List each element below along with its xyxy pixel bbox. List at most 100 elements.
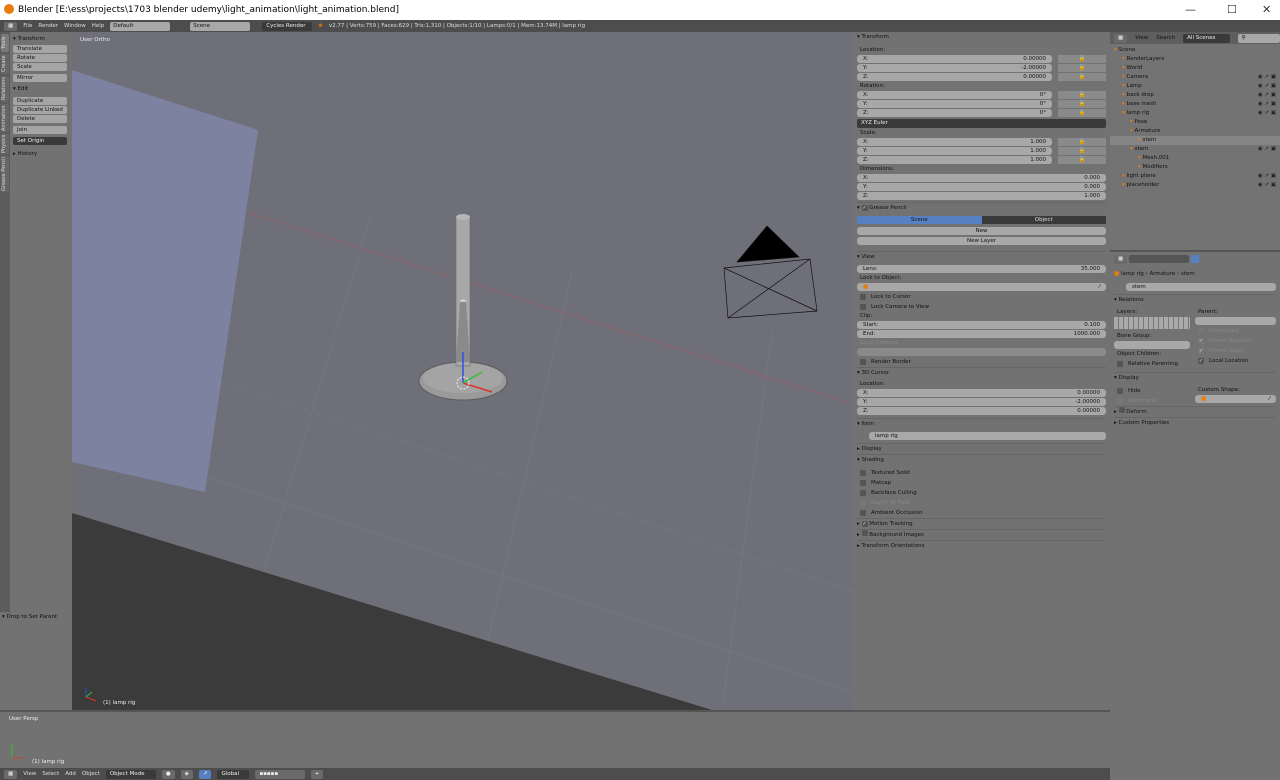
lock-icon[interactable]: 🔓 (1058, 100, 1106, 108)
lock-icon[interactable]: 🔓 (1058, 156, 1106, 164)
custom-properties-header[interactable]: ▸ Custom Properties (1114, 417, 1276, 428)
maximize-button[interactable]: ☐ (1227, 3, 1237, 16)
location-x-field[interactable]: X: 0.00000 (857, 55, 1052, 63)
ambient-occlusion-checkbox[interactable]: Ambient Occlusion (857, 508, 1106, 518)
parent-field[interactable] (1195, 317, 1276, 325)
item-name-field[interactable]: lamp rig (869, 432, 1106, 440)
render-border-checkbox[interactable]: Render Border (857, 357, 1106, 367)
menu-file[interactable]: File (23, 23, 32, 29)
transform-orientations-header[interactable]: ▸ Transform Orientations (857, 540, 1106, 551)
editor-type-button[interactable]: ▦ (1114, 254, 1128, 264)
3d-cursor-section-header[interactable]: ▾ 3D Cursor (857, 367, 1106, 378)
dimension-z-field[interactable]: Z: 1.000 (857, 192, 1106, 200)
menu-help[interactable]: Help (92, 23, 105, 29)
rotation-x-field[interactable]: X: 0° (857, 91, 1052, 99)
local-camera-field[interactable]: Camera (857, 348, 1106, 356)
outliner-item[interactable]: ▾ stem (1110, 136, 1280, 145)
outliner-item[interactable]: ▾ back drop ◉ ➚ ▣ (1110, 91, 1280, 100)
duplicate-linked-button[interactable]: Duplicate Linked (13, 106, 67, 114)
location-y-field[interactable]: Y: -2.00000 (857, 64, 1052, 72)
outliner-item[interactable]: ▾ Lamp ◉ ➚ ▣ (1110, 82, 1280, 91)
shading-section-header[interactable]: ▾ Shading (857, 454, 1106, 465)
display-mode-dropdown[interactable]: All Scenes (1183, 33, 1231, 43)
tab-grease-pencil[interactable]: Grease Pencil (1, 156, 9, 192)
dimension-x-field[interactable]: X: 0.000 (857, 174, 1106, 182)
tab-tools[interactable]: Tools (1, 34, 9, 52)
custom-shape-field[interactable]: ■ ⁄ (1195, 395, 1276, 403)
scale-button[interactable]: Scale (13, 63, 67, 71)
outliner-item[interactable]: ▾ lamp rig ◉ ➚ ▣ (1110, 109, 1280, 118)
outliner-item[interactable]: ▾ RenderLayers (1110, 55, 1280, 64)
motion-tracking-header[interactable]: ▸ ✓ Motion Tracking (857, 518, 1106, 529)
close-button[interactable]: ✕ (1262, 3, 1271, 16)
depth-of-field-checkbox[interactable]: Depth Of Field (857, 498, 1106, 508)
layers-buttons[interactable]: ▪▪▪▪▪ (255, 769, 306, 779)
dimension-y-field[interactable]: Y: 0.000 (857, 183, 1106, 191)
pivot-point-button[interactable]: ◈ (180, 769, 193, 779)
clip-end-field[interactable]: End: 1000.000 (857, 330, 1106, 338)
relations-section-header[interactable]: ▾ Relations (1114, 294, 1276, 305)
connected-checkbox[interactable]: Connected (1195, 326, 1276, 336)
menu-select[interactable]: Select (42, 771, 59, 777)
3d-viewport[interactable]: User Ortho (1) lamp rig (72, 32, 853, 710)
join-button[interactable]: Join (13, 126, 67, 134)
relative-parenting-checkbox[interactable]: Relative Parenting (1114, 359, 1195, 369)
bottom-3d-viewport[interactable]: User Persp (1) lamp rig (0, 710, 1110, 768)
lock-object-field[interactable]: ■ ⁄ (857, 283, 1106, 291)
lock-icon[interactable]: 🔓 (1058, 109, 1106, 117)
orientation-dropdown[interactable]: Global (217, 769, 250, 779)
background-images-header[interactable]: ▸ Background Images (857, 529, 1106, 540)
menu-add[interactable]: Add (65, 771, 76, 777)
lock-icon[interactable]: 🔓 (1058, 147, 1106, 155)
lock-camera-checkbox[interactable]: Lock Camera to View (857, 302, 1106, 312)
drop-to-set-parent-header[interactable]: ▾ Drop to Set Parent (2, 612, 74, 622)
cursor-x-field[interactable]: X: 0.00000 (857, 389, 1106, 397)
mode-dropdown[interactable]: Object Mode (105, 769, 156, 779)
tab-create[interactable]: Create (1, 54, 9, 74)
inherit-rotation-checkbox[interactable]: ✓ Inherit Rotation (1195, 336, 1276, 346)
camera-object[interactable] (723, 225, 818, 319)
cursor-y-field[interactable]: Y: -2.00000 (857, 398, 1106, 406)
scale-z-field[interactable]: Z: 1.000 (857, 156, 1052, 164)
outliner-view-menu[interactable]: View (1135, 35, 1148, 41)
scene-selector[interactable]: Scene (190, 21, 251, 31)
lock-icon[interactable]: 🔓 (1058, 64, 1106, 72)
snap-toggle[interactable]: ⌖ (311, 769, 323, 779)
item-section-header[interactable]: ▾ Item (857, 418, 1106, 429)
backface-culling-checkbox[interactable]: Backface Culling (857, 488, 1106, 498)
view-section-header[interactable]: ▾ View (857, 251, 1106, 262)
visibility-icons[interactable]: ◉ ➚ ▣ (1258, 73, 1276, 82)
minimize-button[interactable]: — (1185, 3, 1196, 16)
display-section-header[interactable]: ▸ Display (857, 443, 1106, 454)
clip-start-field[interactable]: Start: 0.100 (857, 321, 1106, 329)
shading-mode-button[interactable]: ● (161, 769, 175, 779)
set-origin-dropdown[interactable]: Set Origin (13, 137, 67, 145)
lock-to-cursor-checkbox[interactable]: Lock to Cursor (857, 292, 1106, 302)
render-engine-dropdown[interactable]: Cycles Render (262, 21, 313, 31)
inherit-scale-checkbox[interactable]: ✓ Inherit Scale (1195, 346, 1276, 356)
rotation-z-field[interactable]: Z: 0° (857, 109, 1052, 117)
outliner-item[interactable]: ▾ light plane ◉ ➚ ▣ (1110, 172, 1280, 181)
rotation-y-field[interactable]: Y: 0° (857, 100, 1052, 108)
visibility-icons[interactable]: ◉ ➚ ▣ (1258, 145, 1276, 154)
editor-type-button[interactable]: ▦ (1114, 33, 1128, 43)
textured-solid-checkbox[interactable]: Textured Solid (857, 468, 1106, 478)
menu-object[interactable]: Object (82, 771, 100, 777)
outliner-item[interactable]: ▾ placeholder ◉ ➚ ▣ (1110, 181, 1280, 190)
transform-section-header[interactable]: ▾ Transform (857, 32, 1106, 43)
lock-icon[interactable]: 🔓 (1058, 55, 1106, 63)
tab-relations[interactable]: Relations (1, 76, 9, 102)
grease-new-button[interactable]: New (857, 227, 1106, 235)
outliner-item[interactable]: ▾ World (1110, 64, 1280, 73)
grease-pencil-section-header[interactable]: ▾ ✓ Grease Pencil (857, 202, 1106, 213)
hide-checkbox[interactable]: Hide (1114, 386, 1195, 396)
matcap-checkbox[interactable]: Matcap (857, 478, 1106, 488)
tab-physics[interactable]: Physics (1, 134, 9, 154)
visibility-icons[interactable]: ◉ ➚ ▣ (1258, 100, 1276, 109)
bone-tab-icon[interactable] (1191, 255, 1200, 263)
cursor-z-field[interactable]: Z: 0.00000 (857, 407, 1106, 415)
context-tabs[interactable] (1129, 255, 1190, 263)
editor-type-button[interactable]: ▦ (4, 769, 18, 779)
visibility-icons[interactable]: ◉ ➚ ▣ (1258, 172, 1276, 181)
outliner-item[interactable]: ▾ stem ◉ ➚ ▣ (1110, 145, 1280, 154)
